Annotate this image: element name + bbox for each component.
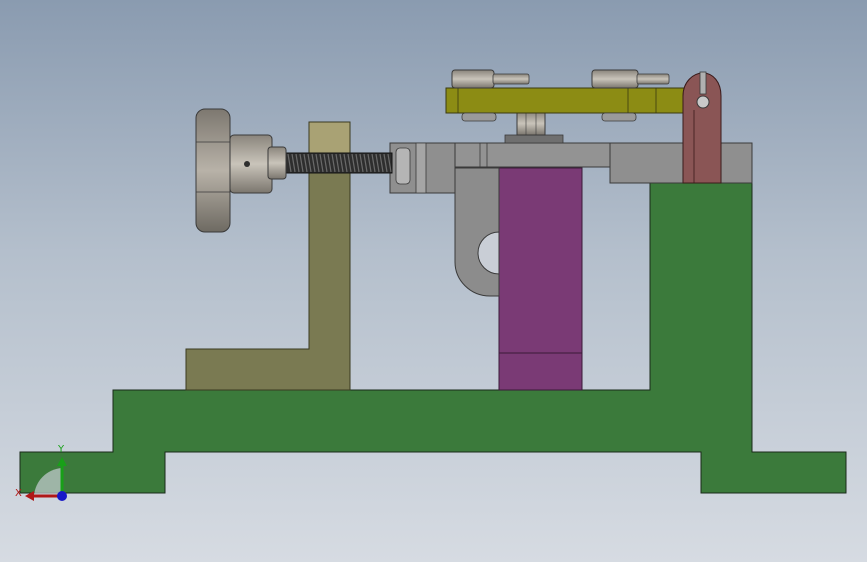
assembly-view: Y X bbox=[15, 69, 847, 501]
clamp-block bbox=[498, 167, 583, 391]
cad-viewport[interactable]: Y X bbox=[0, 0, 867, 562]
base-plate bbox=[19, 182, 847, 494]
hinge-link bbox=[682, 71, 722, 184]
y-axis-label: Y bbox=[57, 444, 65, 455]
pivot-nut bbox=[504, 111, 564, 144]
x-axis-label: X bbox=[15, 488, 22, 499]
star-knob[interactable] bbox=[195, 108, 287, 233]
lead-screw bbox=[283, 152, 393, 174]
top-clamp-bar bbox=[445, 87, 687, 114]
